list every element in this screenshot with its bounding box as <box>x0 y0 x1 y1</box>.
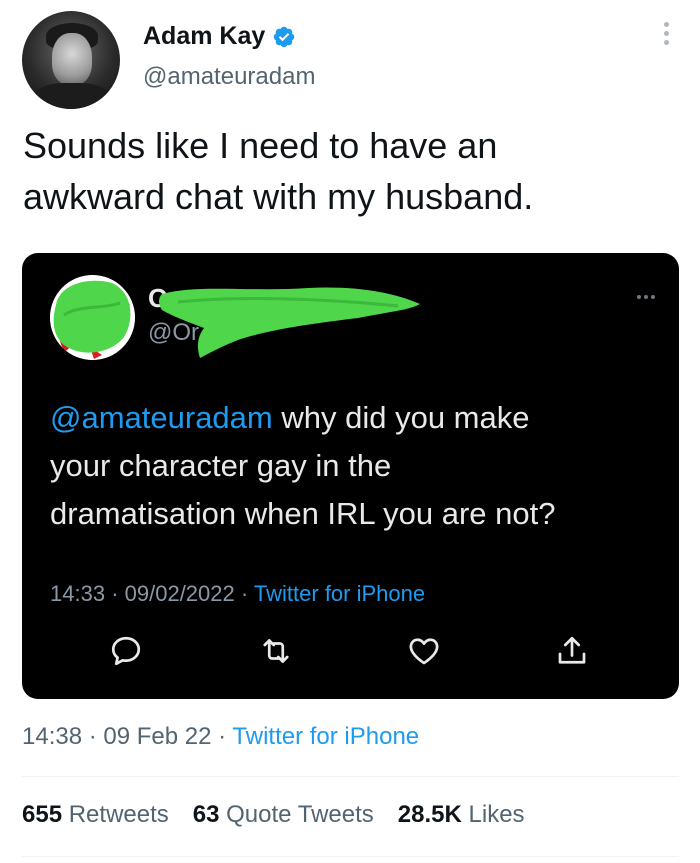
more-options-icon[interactable] <box>662 22 670 45</box>
quote-tweets-count: 63 <box>192 801 220 828</box>
divider <box>22 776 679 777</box>
retweets-stat[interactable]: 655 Retweets <box>22 801 169 829</box>
mention-link[interactable]: @amateuradam <box>50 400 273 435</box>
author-name[interactable]: Adam Kay <box>143 22 265 51</box>
quoted-avatar[interactable] <box>50 275 135 360</box>
retweet-icon[interactable] <box>258 633 294 669</box>
avatar-body <box>32 83 112 109</box>
quoted-tweet-meta: 14:33 · 09/02/2022 · Twitter for iPhone <box>50 581 425 607</box>
quoted-tweet-card[interactable]: O @Or @amateuradam why did you make your… <box>22 253 679 699</box>
quoted-text-line: @amateuradam why did you make <box>50 394 650 442</box>
quoted-text-line: your character gay in the <box>50 448 392 483</box>
retweets-count: 655 <box>22 801 63 828</box>
divider <box>22 856 679 857</box>
separator: · <box>111 581 119 606</box>
like-icon[interactable] <box>406 633 442 669</box>
author-name-row[interactable]: Adam Kay <box>143 22 296 51</box>
likes-count: 28.5K <box>397 801 462 828</box>
quoted-text-part: why did you make <box>272 400 530 435</box>
avatar[interactable] <box>22 11 120 109</box>
quoted-action-bar <box>22 633 679 673</box>
quote-tweets-stat[interactable]: 63 Quote Tweets <box>193 801 374 829</box>
tweet-text-line: Sounds like I need to have an <box>23 125 498 166</box>
verified-badge-icon <box>274 26 295 47</box>
quoted-more-options-icon[interactable] <box>637 295 655 299</box>
share-icon[interactable] <box>554 633 590 669</box>
separator: · <box>88 723 97 750</box>
quoted-source-link[interactable]: Twitter for iPhone <box>254 581 425 606</box>
source-link[interactable]: Twitter for iPhone <box>232 723 419 750</box>
quoted-tweet-text: @amateuradam why did you make your chara… <box>50 394 650 538</box>
quoted-time: 14:33 <box>50 581 106 606</box>
quoted-date: 09/02/2022 <box>124 581 235 606</box>
redacted-avatar-icon <box>50 275 135 360</box>
tweet-text-line: awkward chat with my husband. <box>23 176 534 217</box>
engagement-stats: 655 Retweets 63 Quote Tweets 28.5K Likes <box>22 801 549 829</box>
tweet-meta: 14:38 · 09 Feb 22 · Twitter for iPhone <box>22 723 419 751</box>
quoted-text-line: dramatisation when IRL you are not? <box>50 496 556 531</box>
tweet-date[interactable]: 09 Feb 22 <box>103 723 211 750</box>
reply-icon[interactable] <box>108 633 144 669</box>
tweet-time[interactable]: 14:38 <box>22 723 82 750</box>
likes-stat[interactable]: 28.5K Likes <box>398 801 525 829</box>
avatar-face <box>52 33 92 85</box>
author-handle[interactable]: @amateuradam <box>143 63 315 91</box>
likes-label: Likes <box>468 801 525 828</box>
separator: · <box>240 581 249 606</box>
separator: · <box>218 723 227 750</box>
retweets-label: Retweets <box>68 801 169 828</box>
tweet-text: Sounds like I need to have an awkward ch… <box>23 120 663 222</box>
quote-tweets-label: Quote Tweets <box>226 801 374 828</box>
redaction-scribble <box>159 287 420 358</box>
